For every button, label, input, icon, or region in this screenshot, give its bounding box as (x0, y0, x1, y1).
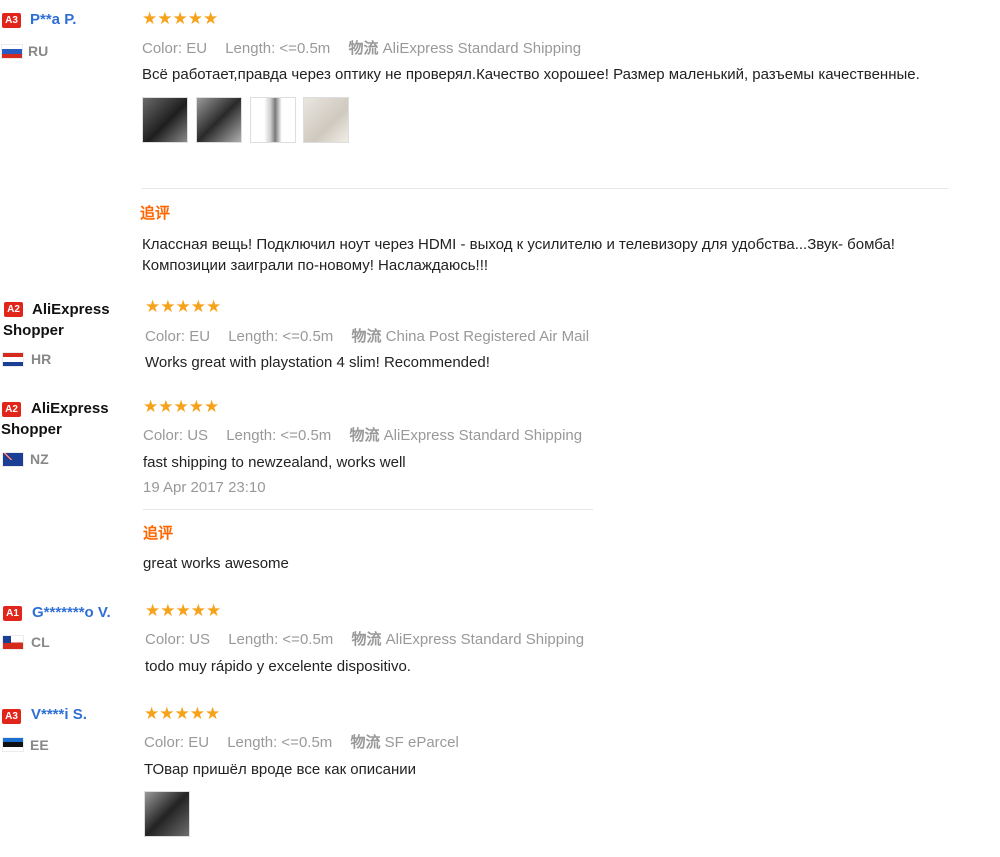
order-info: Color: US Length: <=0.5m 物流 AliExpress S… (143, 424, 582, 445)
review-photo[interactable] (303, 97, 349, 143)
buyer-level-badge: A3 (2, 709, 21, 724)
shipping-value: AliExpress Standard Shipping (383, 427, 583, 444)
color-label: Color: (142, 40, 183, 57)
followup-divider (142, 188, 948, 189)
reviewer-country: CL (31, 634, 50, 650)
length-label: Length: (226, 427, 277, 444)
color-label: Color: (145, 631, 186, 648)
rating-stars: ★★★★★ (144, 704, 221, 723)
reviewer-country: EE (30, 737, 49, 753)
shipping-value: China Post Registered Air Mail (385, 328, 590, 345)
flag-nz-icon (3, 453, 23, 466)
color-value: US (189, 631, 211, 648)
color-value: EU (189, 328, 211, 345)
shipping-label: 物流 (350, 734, 381, 751)
review-text: Всё работает,правда через оптику не пров… (142, 66, 920, 83)
review-photo[interactable] (144, 791, 190, 837)
reviewer-name[interactable]: V****i S. (31, 706, 87, 723)
flag-hr-icon (3, 353, 23, 366)
followup-text: Классная вещь! Подключил ноут через HDMI… (142, 236, 895, 274)
length-label: Length: (225, 40, 276, 57)
review-date: 19 Apr 2017 23:10 (143, 479, 266, 496)
color-value: EU (186, 40, 208, 57)
reviewer-name[interactable]: P**a P. (30, 11, 76, 28)
review-text: fast shipping to newzealand, works well (143, 454, 406, 471)
reviewer-name[interactable]: G*******o V. (32, 604, 111, 621)
color-value: US (187, 427, 209, 444)
reviewer-name: AliExpress Shopper (3, 301, 110, 339)
length-value: <=0.5m (280, 427, 332, 444)
review-text: ТОвар пришёл вроде все как описании (144, 761, 417, 778)
order-info: Color: EU Length: <=0.5m 物流 AliExpress S… (142, 37, 581, 58)
shipping-label: 物流 (351, 328, 382, 345)
reviewer-country: NZ (30, 451, 49, 467)
length-label: Length: (228, 328, 279, 345)
buyer-level-badge: A1 (3, 606, 22, 621)
flag-ee-icon (3, 738, 23, 751)
length-value: <=0.5m (279, 40, 331, 57)
rating-stars: ★★★★★ (142, 9, 219, 28)
shipping-value: SF eParcel (384, 734, 459, 751)
color-label: Color: (144, 734, 185, 751)
shipping-label: 物流 (348, 40, 379, 57)
rating-stars: ★★★★★ (145, 601, 222, 620)
followup-title: 追评 (143, 525, 174, 542)
length-label: Length: (227, 734, 278, 751)
length-value: <=0.5m (282, 631, 334, 648)
review-photo[interactable] (142, 97, 188, 143)
followup-divider (143, 509, 593, 510)
order-info: Color: US Length: <=0.5m 物流 AliExpress S… (145, 628, 584, 649)
length-value: <=0.5m (281, 734, 333, 751)
shipping-value: AliExpress Standard Shipping (382, 40, 582, 57)
shipping-value: AliExpress Standard Shipping (385, 631, 585, 648)
rating-stars: ★★★★★ (143, 397, 220, 416)
flag-cl-icon (3, 636, 23, 649)
reviewer-name: AliExpress Shopper (1, 400, 109, 438)
followup-title: 追评 (140, 205, 171, 222)
review-photo[interactable] (196, 97, 242, 143)
flag-ru-icon (2, 45, 22, 58)
color-label: Color: (145, 328, 186, 345)
review-text: Works great with playstation 4 slim! Rec… (145, 354, 490, 371)
rating-stars: ★★★★★ (145, 297, 222, 316)
color-value: EU (188, 734, 210, 751)
order-info: Color: EU Length: <=0.5m 物流 China Post R… (145, 325, 589, 346)
color-label: Color: (143, 427, 184, 444)
reviewer-country: HR (31, 351, 52, 367)
reviewer-country: RU (28, 43, 49, 59)
followup-text: great works awesome (143, 555, 289, 572)
review-text: todo muy rápido y excelente dispositivo. (145, 658, 411, 675)
shipping-label: 物流 (351, 631, 382, 648)
shipping-label: 物流 (349, 427, 380, 444)
order-info: Color: EU Length: <=0.5m 物流 SF eParcel (144, 731, 459, 752)
buyer-level-badge: A3 (2, 13, 21, 28)
review-photo[interactable] (250, 97, 296, 143)
length-value: <=0.5m (282, 328, 334, 345)
length-label: Length: (228, 631, 279, 648)
